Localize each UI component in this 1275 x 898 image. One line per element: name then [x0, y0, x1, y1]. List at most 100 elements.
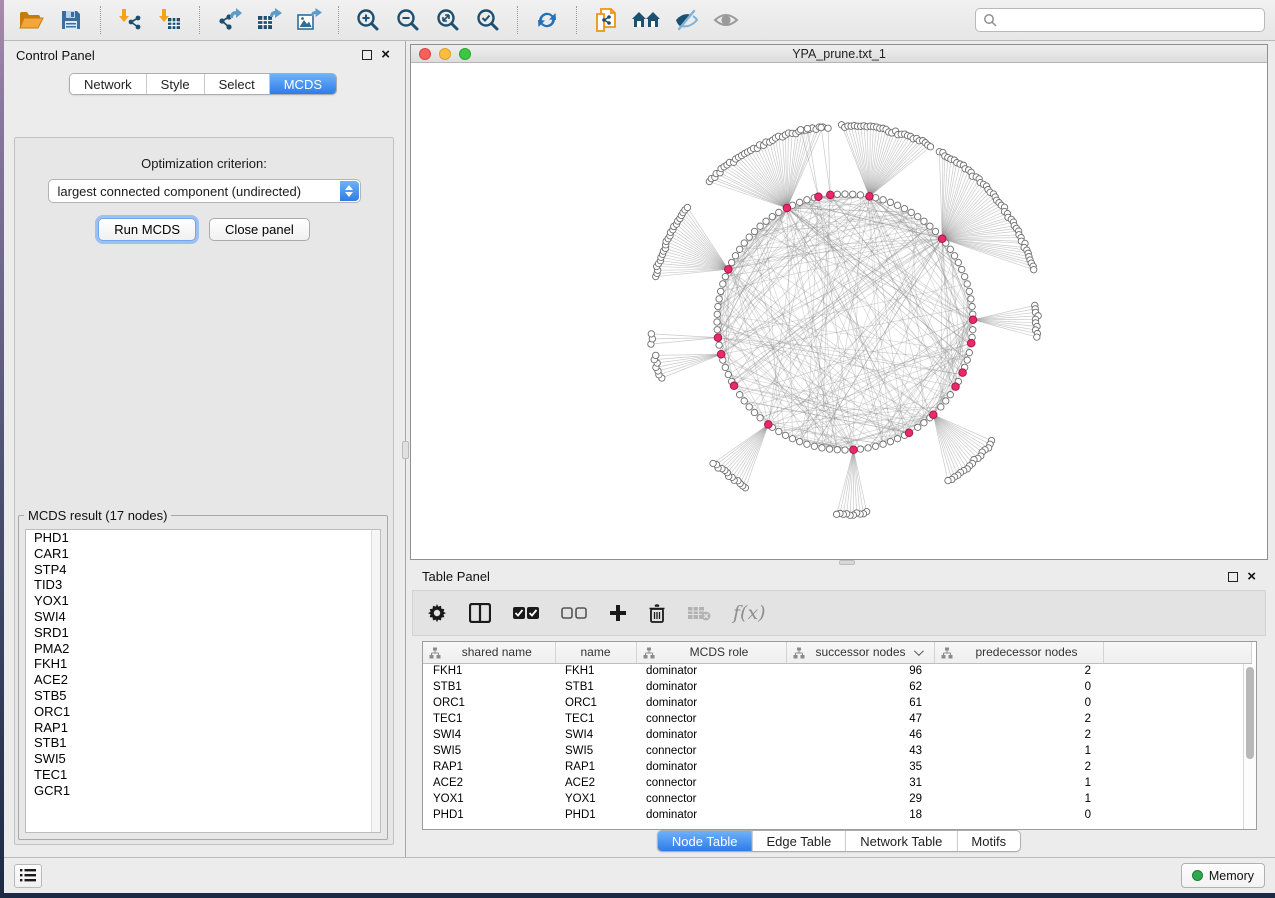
network-node[interactable] — [716, 296, 722, 302]
mcds-network-node[interactable] — [967, 339, 975, 347]
export-network-icon[interactable] — [212, 4, 246, 36]
mcds-network-node[interactable] — [969, 316, 977, 324]
network-node[interactable] — [872, 443, 878, 449]
table-cell[interactable]: RAP1 — [423, 759, 555, 775]
network-node[interactable] — [943, 398, 949, 404]
network-node[interactable] — [776, 428, 782, 434]
tab-mcds[interactable]: MCDS — [269, 74, 336, 94]
network-node[interactable] — [818, 124, 824, 130]
mcds-result-item[interactable]: STB1 — [26, 735, 380, 751]
table-cell[interactable]: STB1 — [555, 679, 636, 695]
mcds-network-node[interactable] — [866, 193, 874, 201]
mcds-network-node[interactable] — [730, 382, 738, 390]
float-panel-icon[interactable] — [362, 50, 372, 60]
column-header-shared-name[interactable]: shared name — [423, 642, 555, 663]
network-node[interactable] — [804, 441, 810, 447]
network-node[interactable] — [804, 125, 810, 131]
mcds-network-node[interactable] — [938, 235, 946, 243]
table-cell[interactable]: 0 — [934, 679, 1103, 695]
network-node[interactable] — [736, 392, 742, 398]
table-cell[interactable]: ACE2 — [423, 775, 555, 791]
mcds-network-node[interactable] — [850, 446, 858, 454]
network-node[interactable] — [741, 398, 747, 404]
mcds-result-item[interactable]: TEC1 — [26, 767, 380, 783]
network-node[interactable] — [964, 281, 970, 287]
hide-selected-icon[interactable] — [669, 4, 703, 36]
table-cell[interactable]: 35 — [786, 759, 934, 775]
network-node[interactable] — [955, 259, 961, 265]
network-node[interactable] — [728, 259, 734, 265]
network-node[interactable] — [901, 205, 907, 211]
network-node[interactable] — [1030, 266, 1036, 272]
table-cell[interactable]: 2 — [934, 663, 1103, 679]
tab-edge-table[interactable]: Edge Table — [751, 831, 845, 851]
table-cell[interactable]: YOX1 — [555, 791, 636, 807]
scrollbar-thumb[interactable] — [1246, 667, 1254, 759]
mcds-result-item[interactable]: FKH1 — [26, 656, 380, 672]
mcds-network-node[interactable] — [826, 191, 834, 199]
table-row[interactable]: PHD1PHD1dominator180 — [423, 807, 1251, 823]
deselect-all-icon[interactable] — [561, 598, 587, 628]
zoom-selected-icon[interactable] — [471, 4, 505, 36]
tab-style[interactable]: Style — [146, 74, 204, 94]
network-node[interactable] — [961, 273, 967, 279]
network-node[interactable] — [969, 303, 975, 309]
delete-column-icon[interactable] — [649, 598, 665, 628]
network-graph[interactable] — [411, 64, 1267, 559]
table-cell[interactable]: connector — [636, 775, 786, 791]
mcds-result-item[interactable]: STB5 — [26, 688, 380, 704]
table-cell[interactable]: SWI5 — [555, 743, 636, 759]
mcds-network-node[interactable] — [783, 204, 791, 212]
mcds-network-node[interactable] — [765, 421, 773, 429]
table-cell[interactable]: FKH1 — [423, 663, 555, 679]
export-table-icon[interactable] — [252, 4, 286, 36]
table-cell[interactable]: TEC1 — [555, 711, 636, 727]
network-node[interactable] — [648, 331, 654, 337]
table-row[interactable]: ORC1ORC1dominator610 — [423, 695, 1251, 711]
network-node[interactable] — [782, 432, 788, 438]
run-mcds-button[interactable]: Run MCDS — [98, 218, 196, 241]
table-cell[interactable]: 61 — [786, 695, 934, 711]
network-node[interactable] — [797, 127, 803, 133]
memory-button[interactable]: Memory — [1181, 863, 1265, 888]
network-node[interactable] — [927, 223, 933, 229]
network-node[interactable] — [725, 371, 731, 377]
network-node[interactable] — [938, 404, 944, 410]
mcds-network-node[interactable] — [714, 334, 722, 342]
network-node[interactable] — [746, 234, 752, 240]
table-cell[interactable]: dominator — [636, 727, 786, 743]
mcds-network-node[interactable] — [929, 411, 937, 419]
table-cell[interactable]: 29 — [786, 791, 934, 807]
network-node[interactable] — [720, 281, 726, 287]
network-node[interactable] — [769, 213, 775, 219]
table-cell[interactable]: 2 — [934, 727, 1103, 743]
mcds-network-node[interactable] — [952, 383, 960, 391]
table-cell[interactable]: dominator — [636, 679, 786, 695]
table-cell[interactable]: 2 — [934, 759, 1103, 775]
table-cell[interactable]: 31 — [786, 775, 934, 791]
search-input[interactable] — [975, 8, 1265, 32]
table-row[interactable]: SWI5SWI5connector431 — [423, 743, 1251, 759]
network-node[interactable] — [653, 352, 659, 358]
network-node[interactable] — [834, 447, 840, 453]
table-cell[interactable]: 1 — [934, 791, 1103, 807]
zoom-out-icon[interactable] — [391, 4, 425, 36]
table-cell[interactable] — [1103, 727, 1251, 743]
network-node[interactable] — [796, 199, 802, 205]
table-cell[interactable]: 62 — [786, 679, 934, 695]
table-cell[interactable] — [1103, 807, 1251, 823]
table-cell[interactable]: TEC1 — [423, 711, 555, 727]
network-node[interactable] — [970, 327, 976, 333]
network-node[interactable] — [722, 273, 728, 279]
table-cell[interactable] — [1103, 743, 1251, 759]
network-window-titlebar[interactable]: YPA_prune.txt_1 — [411, 45, 1267, 63]
network-node[interactable] — [746, 404, 752, 410]
table-cell[interactable]: connector — [636, 791, 786, 807]
zoom-fit-icon[interactable] — [431, 4, 465, 36]
network-node[interactable] — [915, 424, 921, 430]
table-cell[interactable]: dominator — [636, 807, 786, 823]
table-cell[interactable]: ORC1 — [555, 695, 636, 711]
save-icon[interactable] — [54, 4, 88, 36]
table-cell[interactable]: SWI4 — [423, 727, 555, 743]
network-node[interactable] — [684, 204, 690, 210]
